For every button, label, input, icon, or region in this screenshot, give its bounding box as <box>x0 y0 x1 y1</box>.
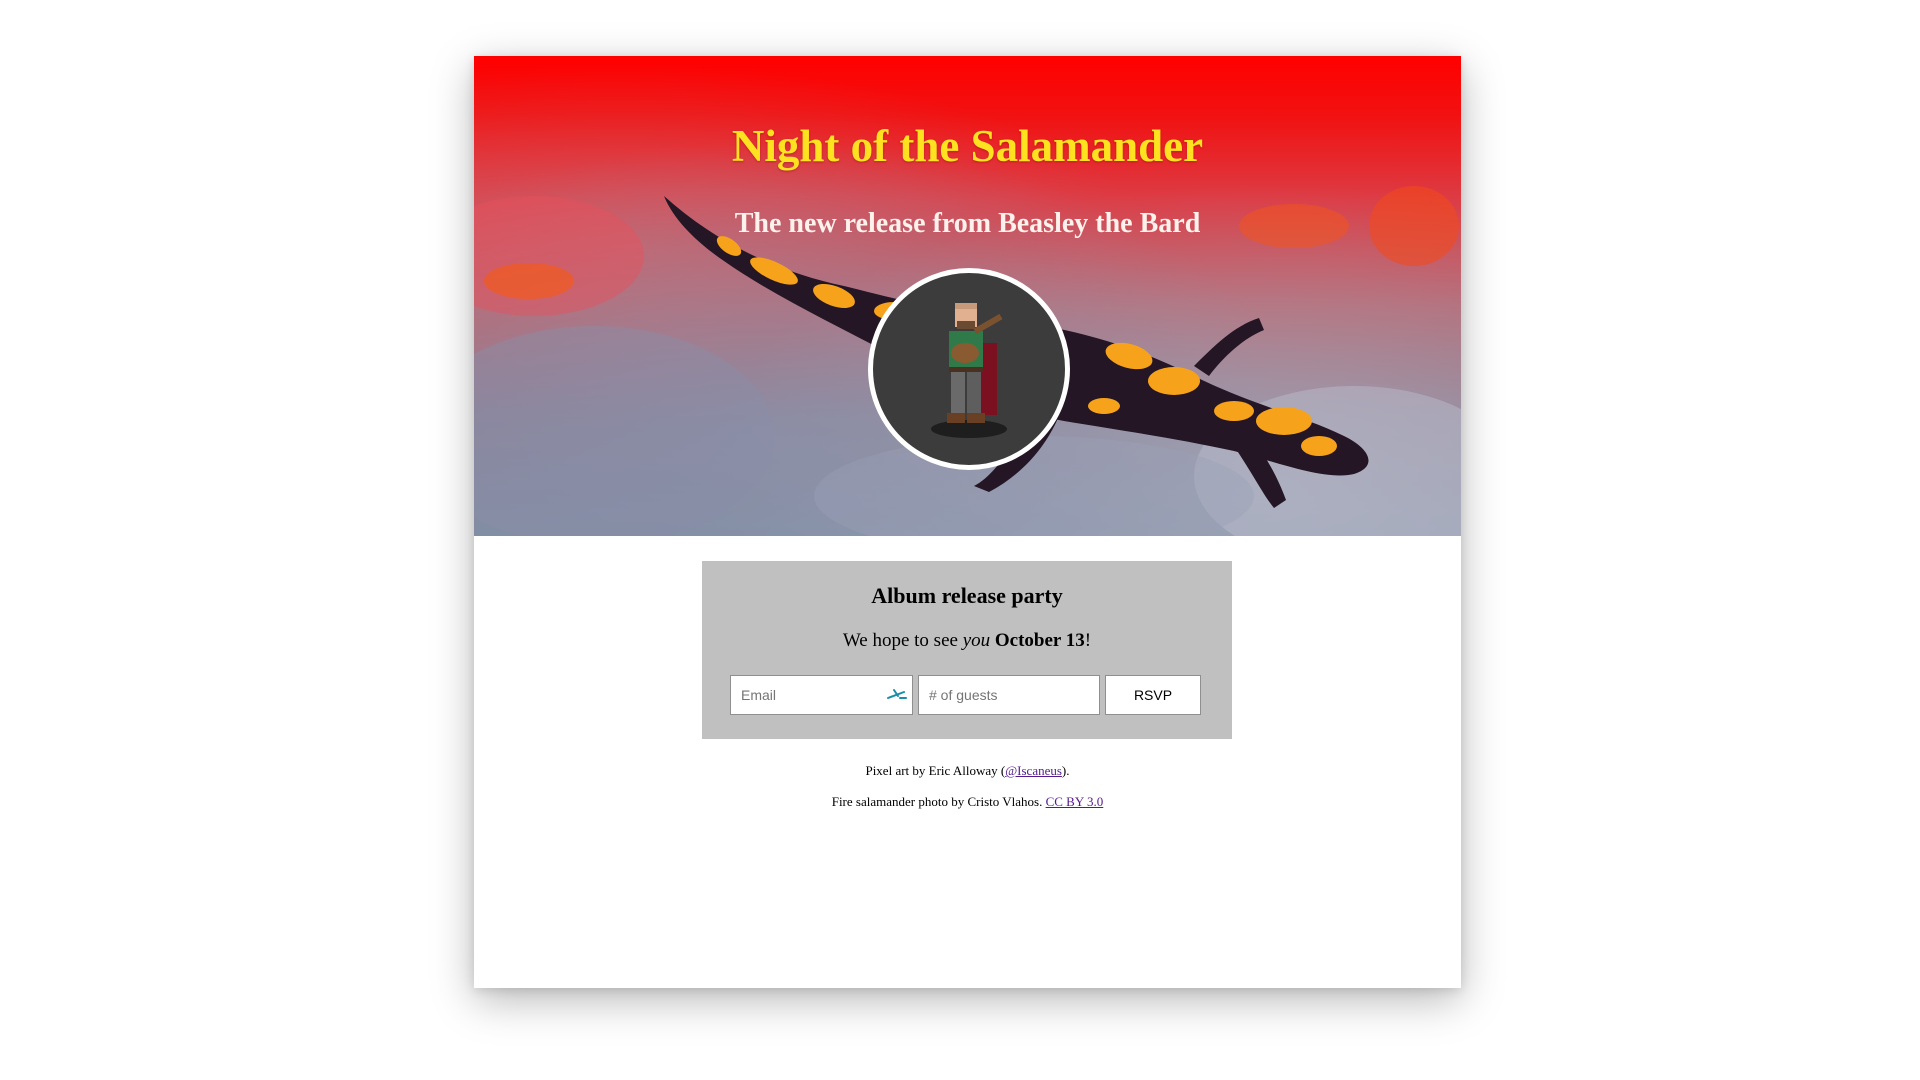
license-link[interactable]: CC BY 3.0 <box>1046 794 1104 809</box>
avatar <box>868 268 1070 470</box>
photo-credit-prefix: Fire salamander photo by Cristo Vlahos. <box>831 794 1046 809</box>
rsvp-date: October 13 <box>994 630 1085 651</box>
salamander-spot <box>1256 407 1312 435</box>
rsvp-card: Album release party We hope to see you O… <box>702 561 1232 739</box>
leg-shape <box>967 372 981 416</box>
email-field-wrapper <box>730 675 913 715</box>
salamander-spot <box>1088 398 1120 414</box>
password-autofill-icon[interactable] <box>886 686 908 704</box>
guests-field-wrapper <box>918 675 1100 715</box>
hero-banner: Night of the Salamander The new release … <box>474 56 1461 536</box>
bard-pixel-art-icon <box>931 303 1007 438</box>
page-container: Night of the Salamander The new release … <box>474 56 1461 988</box>
salamander-spot <box>1301 436 1337 456</box>
photo-credit: Fire salamander photo by Cristo Vlahos. … <box>474 793 1461 810</box>
email-field[interactable] <box>731 676 912 714</box>
page-title: Night of the Salamander <box>731 121 1204 171</box>
pixel-art-credit-prefix: Pixel art by Eric Alloway ( <box>865 763 1006 778</box>
belt-shape <box>949 367 983 372</box>
leg-shape <box>951 372 965 416</box>
lute-body <box>951 343 979 363</box>
rsvp-message: We hope to see you October 13! <box>702 630 1232 652</box>
guests-field[interactable] <box>919 676 1099 714</box>
pixel-art-credit-suffix: ). <box>1061 763 1070 778</box>
pixel-artist-link[interactable]: @Iscaneus <box>1005 763 1062 778</box>
hair-shape <box>955 303 977 309</box>
boot-shape <box>947 413 965 423</box>
rsvp-text-before: We hope to see <box>842 630 963 651</box>
lute-neck <box>973 313 1003 335</box>
page-subtitle: The new release from Beasley the Bard <box>734 208 1201 239</box>
rsvp-form: RSVP <box>730 675 1201 715</box>
leaf-shape <box>484 263 574 299</box>
rsvp-button[interactable]: RSVP <box>1105 675 1201 715</box>
rsvp-text-emphasis: you <box>962 630 991 651</box>
boot-shape <box>967 413 985 423</box>
salamander-spot <box>1148 367 1200 395</box>
credits-footer: Pixel art by Eric Alloway (@Iscaneus). F… <box>474 762 1461 824</box>
rsvp-text-after: ! <box>1084 630 1092 651</box>
rock-shape <box>474 326 774 536</box>
salamander-spot <box>1214 401 1254 421</box>
salamander-leg <box>1194 318 1264 376</box>
beard-shape <box>957 321 975 329</box>
rsvp-heading: Album release party <box>871 583 1063 608</box>
pixel-art-credit: Pixel art by Eric Alloway (@Iscaneus). <box>474 762 1461 779</box>
